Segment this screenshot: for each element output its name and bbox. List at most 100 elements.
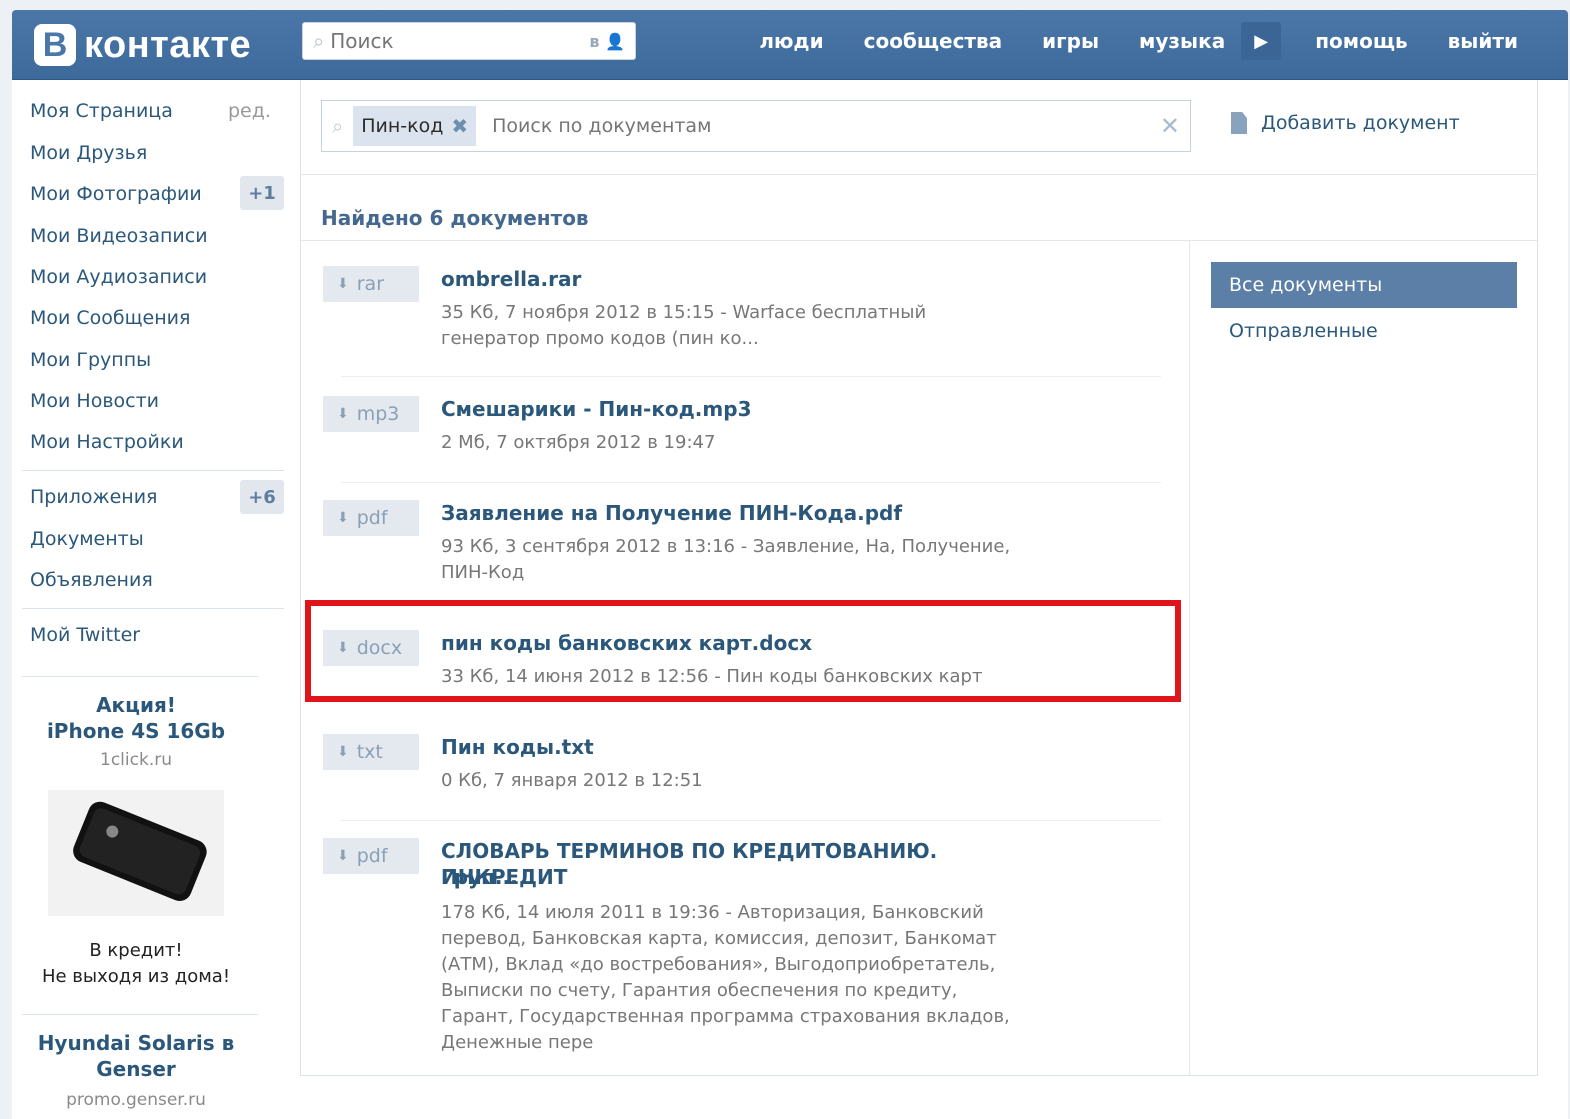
nav-logout[interactable]: выйти [1428,29,1538,53]
download-arrow-icon: ⬇ [337,848,349,864]
document-meta: 0 Кб, 7 января 2012 в 12:51 [441,770,703,791]
download-button[interactable]: ⬇ mp3 [323,396,419,432]
file-extension: txt [356,741,383,763]
vk-logo[interactable]: В контакте [34,20,251,70]
download-arrow-icon: ⬇ [337,406,349,422]
document-title[interactable]: Груп... [441,864,1061,890]
search-tag-label: Пин-код [361,115,444,137]
ad-title[interactable]: Акция! [12,692,260,718]
download-button[interactable]: ⬇ pdf [323,500,419,536]
add-document-label: Добавить документ [1261,112,1460,134]
document-meta: ПИН-Код [441,562,525,583]
sidebar-divider [22,676,258,677]
document-meta: 35 Кб, 7 ноября 2012 в 15:15 - Warface б… [441,302,927,323]
ad-domain: 1click.ru [100,750,172,770]
global-search[interactable]: ⌕ в 👤 [302,22,636,60]
left-sidebar: Моя Страница ред. Мои Друзья Мои Фотогра… [12,80,298,1119]
document-meta: генератор промо кодов (пин ко... [441,328,759,349]
sidebar-item-settings[interactable]: Мои Настройки [30,431,184,453]
logo-mark: В [34,24,76,66]
photos-count-badge[interactable]: +1 [240,176,284,210]
nav-help[interactable]: помощь [1295,29,1427,53]
download-button[interactable]: ⬇ txt [323,734,419,770]
sidebar-item-news[interactable]: Мои Новости [30,390,159,412]
file-extension: docx [356,637,403,659]
document-meta: 93 Кб, 3 сентября 2012 в 13:16 - Заявлен… [441,536,1011,557]
sidebar-item-photos[interactable]: Мои Фотографии [30,183,202,205]
divider [301,240,1537,241]
document-meta: Гарант, Государственная программа страхо… [441,1006,1010,1027]
ad-domain: promo.genser.ru [66,1090,206,1110]
ad-title[interactable]: iPhone 4S 16Gb [12,718,260,744]
add-document-button[interactable]: Добавить документ [1231,112,1460,134]
top-header: В контакте ⌕ в 👤 люди сообщества игры му… [12,10,1568,80]
document-title[interactable]: ombrella.rar [441,266,1061,292]
page-body: Моя Страница ред. Мои Друзья Мои Фотогра… [12,80,1568,1119]
nav-music[interactable]: музыка [1119,29,1245,53]
download-arrow-icon: ⬇ [337,744,349,760]
sidebar-item-audio[interactable]: Мои Аудиозаписи [30,266,207,288]
sidebar-item-friends[interactable]: Мои Друзья [30,142,147,164]
nav-communities[interactable]: сообщества [844,29,1023,53]
document-meta: (АТМ), Вклад «до востребования», Выгодоп… [441,954,996,975]
edit-link[interactable]: ред. [228,100,271,122]
divider [341,376,1161,377]
document-title[interactable]: Заявление на Получение ПИН-Кода.pdf [441,500,1061,526]
document-title[interactable]: Пин коды.txt [441,734,1061,760]
ad-text: Не выходя из дома! [41,966,231,987]
iphone-icon [48,790,224,916]
nav-people[interactable]: люди [739,29,843,53]
document-meta: 33 Кб, 14 июня 2012 в 12:56 - Пин коды б… [441,666,983,687]
file-extension: mp3 [356,403,400,425]
filter-all-documents[interactable]: Все документы [1211,262,1517,308]
documents-search[interactable]: ⌕ Пин-код ✖ ✕ [321,100,1191,152]
sidebar-item-my-page[interactable]: Моя Страница [30,100,173,122]
document-title[interactable]: пин коды банковских карт.docx [441,630,1061,656]
download-arrow-icon: ⬇ [337,510,349,526]
ad-text: В кредит! [89,940,183,961]
document-meta: перевод, Банковская карта, комиссия, деп… [441,928,997,949]
document-meta: 178 Кб, 14 июля 2011 в 19:36 - Авторизац… [441,902,984,923]
sidebar-item-ads[interactable]: Объявления [30,569,153,591]
file-icon [1231,112,1247,134]
ad-image[interactable] [48,790,224,916]
remove-tag-icon[interactable]: ✖ [451,114,468,138]
search-tag[interactable]: Пин-код ✖ [353,106,477,146]
logo-text: контакте [84,23,252,66]
column-divider [1189,241,1190,1075]
divider [341,820,1161,821]
global-search-input[interactable] [330,29,590,53]
results-count: Найдено 6 документов [321,206,589,230]
ad-title[interactable]: Hyundai Solaris в [12,1030,260,1056]
search-icon: ⌕ [313,29,325,53]
search-icon: ⌕ [332,114,344,138]
divider [341,482,1161,483]
file-extension: pdf [356,845,388,867]
nav-games[interactable]: игры [1022,29,1119,53]
download-button[interactable]: ⬇ docx [323,630,419,666]
file-extension: pdf [356,507,388,529]
search-scope[interactable]: в 👤 [589,32,625,51]
download-button[interactable]: ⬇ rar [323,266,419,302]
play-icon[interactable]: ▶ [1241,22,1282,60]
sidebar-divider [22,470,284,471]
sidebar-item-videos[interactable]: Мои Видеозаписи [30,225,208,247]
sidebar-item-messages[interactable]: Мои Сообщения [30,307,190,329]
download-arrow-icon: ⬇ [337,276,349,292]
clear-search-icon[interactable]: ✕ [1160,112,1180,140]
sidebar-item-twitter[interactable]: Мой Twitter [30,624,140,646]
sidebar-item-apps[interactable]: Приложения [30,486,157,508]
sidebar-divider [22,1014,258,1015]
download-button[interactable]: ⬇ pdf [323,838,419,874]
document-title[interactable]: Смешарики - Пин-код.mp3 [441,396,1061,422]
divider [301,174,1537,175]
top-nav: люди сообщества игры музыка ▶ помощь вый… [739,10,1538,72]
documents-search-input[interactable] [492,115,1160,137]
ad-title[interactable]: Genser [12,1056,260,1082]
sidebar-item-groups[interactable]: Мои Группы [30,349,151,371]
filter-sent[interactable]: Отправленные [1229,320,1378,342]
document-meta: 2 Мб, 7 октября 2012 в 19:47 [441,432,716,453]
documents-panel: ⌕ Пин-код ✖ ✕ Добавить документ Найдено … [300,80,1538,1076]
sidebar-item-documents[interactable]: Документы [30,528,144,550]
apps-count-badge[interactable]: +6 [240,480,284,514]
